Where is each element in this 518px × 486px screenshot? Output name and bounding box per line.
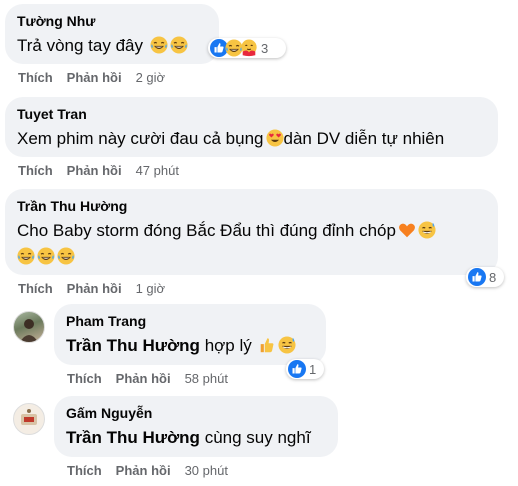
comment-author[interactable]: Tuyet Tran [17, 105, 486, 123]
like-button[interactable]: Thích [67, 371, 102, 386]
timestamp[interactable]: 58 phút [185, 371, 228, 386]
comment-emoji-line [17, 245, 486, 269]
reaction-summary[interactable]: 3 [208, 38, 286, 58]
heart-eyes-icon [266, 129, 284, 147]
timestamp[interactable]: 30 phút [185, 463, 228, 478]
orange-heart-icon [398, 221, 416, 239]
like-reaction-icon [288, 360, 306, 378]
comment-actions: Thích Phản hồi 1 giờ [18, 279, 165, 299]
comment-actions: Thích Phản hồi 2 giờ [18, 68, 165, 88]
timestamp[interactable]: 47 phút [136, 163, 179, 178]
like-button[interactable]: Thích [18, 281, 53, 296]
grin-sweat-icon [278, 336, 296, 354]
reply-button[interactable]: Phản hồi [67, 70, 122, 85]
reaction-count: 3 [261, 40, 269, 56]
timestamp[interactable]: 1 giờ [136, 281, 166, 296]
comment-bubble: Tường Như Trả vòng tay đây [5, 4, 219, 64]
avatar[interactable] [13, 311, 45, 343]
reaction-summary[interactable]: 1 [286, 359, 324, 379]
reply-button[interactable]: Phản hồi [67, 163, 122, 178]
avatar-photo [21, 409, 37, 425]
reaction-summary[interactable]: 8 [466, 267, 504, 287]
reply-bubble: Gấm Nguyễn Trần Thu Hường cùng suy nghĩ [54, 396, 338, 457]
comment-text: Trả vòng tay đây [17, 34, 207, 58]
reply-author[interactable]: Gấm Nguyễn [66, 404, 326, 422]
comment-bubble: Tuyet Tran Xem phim này cười đau cả bụng… [5, 97, 498, 157]
comment-author[interactable]: Tường Như [17, 12, 207, 30]
like-button[interactable]: Thích [67, 463, 102, 478]
laugh-cry-icon [37, 247, 55, 265]
reply-author[interactable]: Pham Trang [66, 312, 314, 330]
like-reaction-icon [468, 268, 486, 286]
comment-text: Cho Baby storm đóng Bắc Đẩu thì đúng đỉn… [17, 219, 486, 243]
reply-actions: Thích Phản hồi 58 phút [67, 369, 228, 389]
avatar[interactable] [13, 403, 45, 435]
grin-sweat-icon [418, 221, 436, 239]
hug-reaction-icon [240, 39, 258, 57]
comment-bubble: Trần Thu Hường Cho Baby storm đóng Bắc Đ… [5, 189, 498, 275]
reaction-count: 8 [489, 269, 497, 285]
laugh-cry-icon [17, 247, 35, 265]
reply-button[interactable]: Phản hồi [116, 463, 171, 478]
mention-link[interactable]: Trần Thu Hường [66, 428, 200, 447]
reaction-count: 1 [309, 361, 317, 377]
reply-button[interactable]: Phản hồi [116, 371, 171, 386]
reply-text: Trần Thu Hường cùng suy nghĩ [66, 428, 311, 447]
like-button[interactable]: Thích [18, 70, 53, 85]
comment-text: Xem phim này cười đau cả bụng dàn DV diễn… [17, 129, 445, 148]
laugh-cry-icon [57, 247, 75, 265]
laugh-cry-icon [170, 36, 188, 54]
reply-button[interactable]: Phản hồi [67, 281, 122, 296]
avatar-photo [20, 319, 38, 342]
laugh-cry-icon [150, 36, 168, 54]
timestamp[interactable]: 2 giờ [136, 70, 166, 85]
comment-author[interactable]: Trần Thu Hường [17, 197, 486, 215]
comment-actions: Thích Phản hồi 47 phút [18, 161, 179, 181]
thumbs-up-icon [258, 336, 276, 354]
reply-text: Trần Thu Hường hợp lý [66, 334, 314, 358]
mention-link[interactable]: Trần Thu Hường [66, 336, 200, 355]
like-button[interactable]: Thích [18, 163, 53, 178]
reply-bubble: Pham Trang Trần Thu Hường hợp lý [54, 304, 326, 365]
reply-actions: Thích Phản hồi 30 phút [67, 461, 228, 481]
